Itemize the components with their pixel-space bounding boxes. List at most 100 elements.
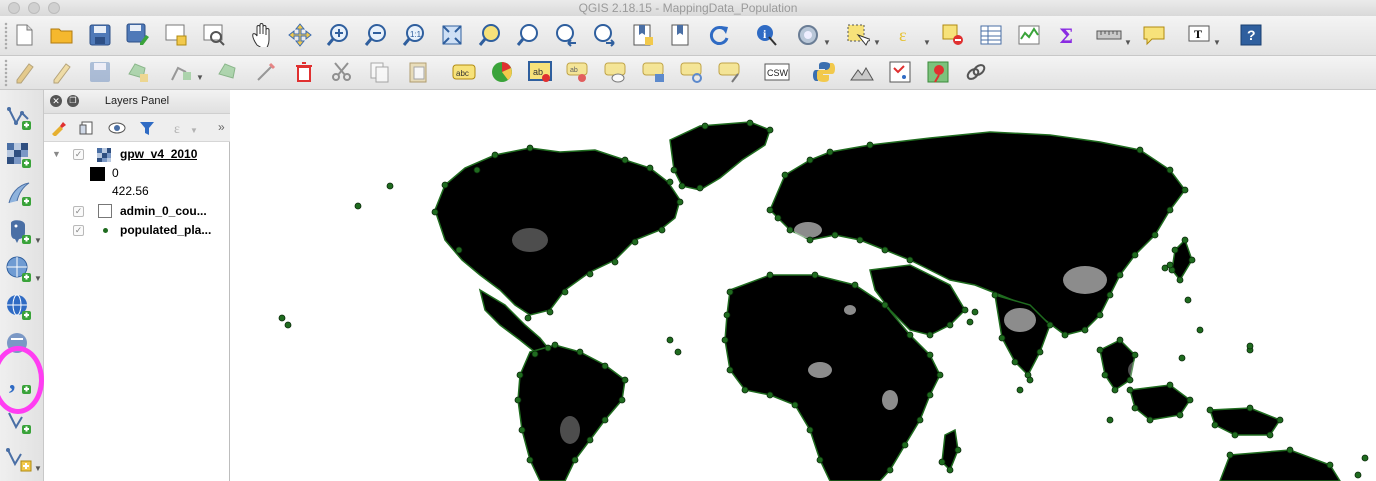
identify-features-icon[interactable]: i — [754, 22, 780, 48]
collapse-arrow-icon[interactable]: ▼ — [52, 145, 61, 164]
more-tools-chevron-icon[interactable]: » — [218, 120, 225, 134]
rotate-label-icon[interactable] — [679, 59, 705, 85]
minimize-window-button[interactable] — [28, 2, 40, 14]
add-postgis-layer-icon[interactable] — [4, 216, 34, 246]
show-hide-labels-icon[interactable] — [603, 59, 629, 85]
new-bookmark-icon[interactable] — [630, 22, 656, 48]
highlight-pinned-labels-icon[interactable]: ab — [527, 59, 553, 85]
pan-map-icon[interactable] — [249, 22, 275, 48]
layer-item-gpw[interactable]: ▼ ✓ gpw_v4_2010 — [44, 145, 230, 164]
add-feature-icon[interactable] — [125, 59, 151, 85]
layer-visibility-checkbox[interactable]: ✓ — [73, 225, 84, 236]
zoom-window-button[interactable] — [48, 2, 60, 14]
chevron-down-icon[interactable]: ▼ — [34, 236, 42, 245]
python-console-icon[interactable] — [811, 59, 837, 85]
layer-item-populated[interactable]: ✓ populated_pla... — [44, 221, 230, 240]
new-project-icon[interactable] — [11, 22, 37, 48]
svg-text:CSW: CSW — [767, 68, 789, 78]
copy-features-icon[interactable] — [367, 59, 393, 85]
zoom-next-icon[interactable] — [591, 22, 617, 48]
new-shapefile-layer-icon[interactable] — [4, 444, 34, 474]
zoom-full-icon[interactable] — [439, 22, 465, 48]
move-feature-icon[interactable] — [215, 59, 241, 85]
toggle-editing-icon[interactable] — [49, 59, 75, 85]
modify-attributes-icon[interactable] — [253, 59, 279, 85]
add-vector-layer-icon[interactable] — [4, 102, 34, 132]
save-layer-edits-icon[interactable] — [87, 59, 113, 85]
zoom-to-layer-icon[interactable] — [515, 22, 541, 48]
map-canvas[interactable] — [230, 90, 1376, 481]
zoom-in-icon[interactable] — [325, 22, 351, 48]
layer-labeling-icon[interactable]: abc — [451, 59, 477, 85]
place-pin-icon[interactable] — [925, 59, 951, 85]
link-tool-icon[interactable] — [963, 59, 989, 85]
show-bookmarks-icon[interactable] — [668, 22, 694, 48]
save-as-icon[interactable] — [125, 22, 151, 48]
new-guinea-landmass — [1208, 407, 1282, 436]
field-calculator-icon[interactable] — [1016, 22, 1042, 48]
chevron-down-icon[interactable]: ▼ — [34, 274, 42, 283]
cut-features-icon[interactable] — [329, 59, 355, 85]
add-wms-layer-icon[interactable] — [4, 254, 34, 284]
chevron-down-icon[interactable]: ▼ — [1124, 38, 1132, 47]
measure-line-icon[interactable] — [1096, 22, 1122, 48]
open-attribute-table-icon[interactable] — [978, 22, 1004, 48]
georeferencer-icon[interactable] — [887, 59, 913, 85]
text-annotation-icon[interactable]: T — [1186, 22, 1212, 48]
composer-manager-icon[interactable] — [201, 22, 227, 48]
new-print-composer-icon[interactable] — [163, 22, 189, 48]
change-label-icon[interactable] — [717, 59, 743, 85]
chevron-down-icon[interactable]: ▼ — [1213, 38, 1221, 47]
select-features-icon[interactable] — [845, 22, 871, 48]
chevron-down-icon[interactable]: ▼ — [34, 464, 42, 473]
manage-visibility-icon[interactable] — [108, 119, 126, 137]
zoom-native-icon[interactable]: 1:1 — [401, 22, 427, 48]
run-action-icon[interactable] — [795, 22, 821, 48]
statistical-summary-icon[interactable]: Σ — [1054, 22, 1080, 48]
toolbar-grip[interactable] — [4, 22, 8, 50]
zoom-out-icon[interactable] — [363, 22, 389, 48]
deselect-all-icon[interactable] — [940, 22, 966, 48]
map-tips-icon[interactable] — [1141, 22, 1167, 48]
refresh-icon[interactable] — [706, 22, 732, 48]
select-by-expression-icon[interactable]: ε — [895, 22, 921, 48]
move-label-icon[interactable] — [641, 59, 667, 85]
add-spatialite-layer-icon[interactable] — [4, 178, 34, 208]
svg-text:▼: ▼ — [190, 126, 198, 135]
pan-to-selection-icon[interactable] — [287, 22, 313, 48]
paste-features-icon[interactable] — [405, 59, 431, 85]
chevron-down-icon[interactable]: ▼ — [923, 38, 931, 47]
chevron-down-icon[interactable]: ▼ — [823, 38, 831, 47]
close-window-button[interactable] — [8, 2, 20, 14]
svg-text:Σ: Σ — [1059, 24, 1073, 47]
help-icon[interactable]: ? — [1238, 22, 1264, 48]
open-project-icon[interactable] — [49, 22, 75, 48]
zoom-to-selection-icon[interactable] — [477, 22, 503, 48]
layer-styling-icon[interactable] — [489, 59, 515, 85]
chevron-down-icon[interactable]: ▼ — [196, 73, 204, 82]
open-layer-styling-icon[interactable] — [49, 119, 67, 137]
filter-by-expression-icon[interactable]: ε ▼ — [172, 119, 200, 137]
add-group-icon[interactable] — [78, 119, 96, 137]
current-edits-icon[interactable] — [12, 59, 38, 85]
zoom-last-icon[interactable] — [553, 22, 579, 48]
layer-item-admin[interactable]: ✓ admin_0_cou... — [44, 202, 230, 221]
node-tool-icon[interactable] — [168, 59, 194, 85]
add-wcs-layer-icon[interactable] — [4, 292, 34, 322]
add-raster-layer-icon[interactable] — [4, 140, 34, 170]
layer-visibility-checkbox[interactable]: ✓ — [73, 206, 84, 217]
terrain-icon[interactable] — [849, 59, 875, 85]
pin-labels-icon[interactable]: ab — [565, 59, 591, 85]
chevron-down-icon[interactable]: ▼ — [873, 38, 881, 47]
save-project-icon[interactable] — [87, 22, 113, 48]
europe-density — [794, 222, 822, 238]
layer-name: admin_0_cou... — [120, 204, 207, 218]
panel-title: Layers Panel — [104, 95, 170, 107]
legend-max-value: 422.56 — [112, 184, 149, 198]
manage-layers-toolbar: ▼ ▼ , ▼ — [0, 90, 44, 481]
layer-visibility-checkbox[interactable]: ✓ — [73, 149, 84, 160]
toolbar-grip[interactable] — [4, 59, 8, 87]
delete-selected-icon[interactable] — [291, 59, 317, 85]
filter-legend-icon[interactable] — [138, 119, 156, 137]
csw-icon[interactable]: CSW — [764, 59, 790, 85]
